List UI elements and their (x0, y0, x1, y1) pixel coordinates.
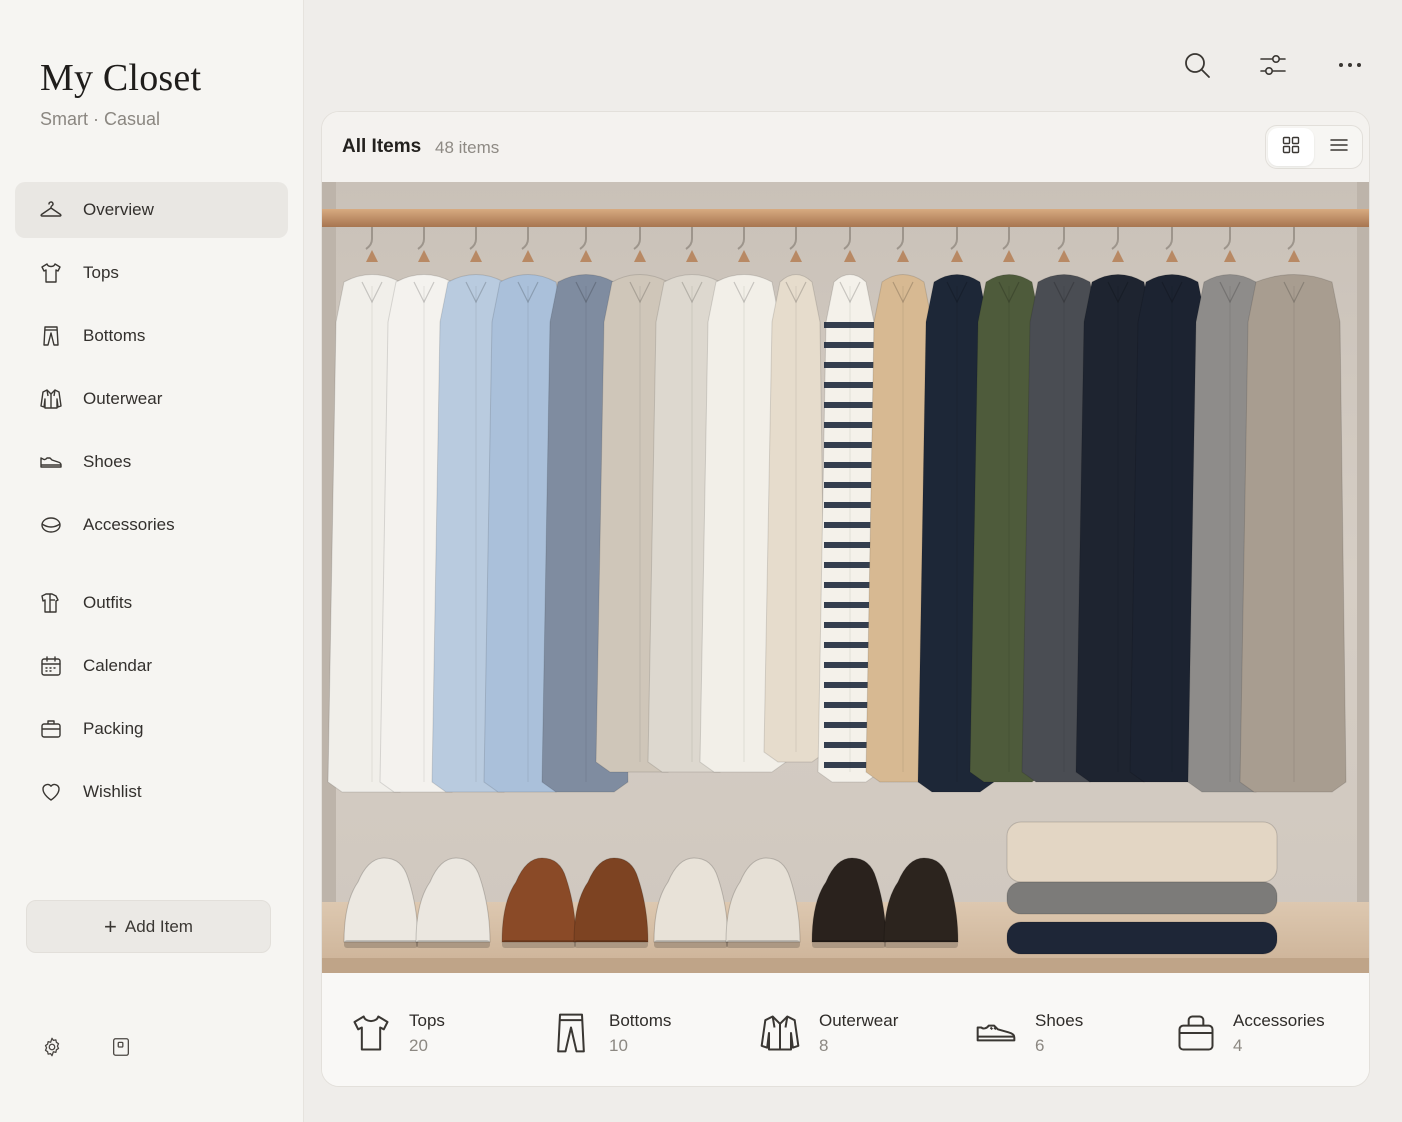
stat-bottoms[interactable]: Bottoms 10 (549, 973, 729, 1086)
shoe-icon (39, 450, 63, 474)
sidebar-item-label: Outerwear (83, 389, 163, 408)
calendar-icon (39, 654, 63, 678)
stat-value: 8 (819, 1036, 829, 1055)
sidebar-item-accessories[interactable]: Accessories (15, 497, 288, 553)
more-icon[interactable] (1335, 50, 1365, 80)
sidebar-item-overview[interactable]: Overview (15, 182, 288, 238)
suitcase-icon (39, 717, 63, 741)
outfit-icon (39, 591, 63, 615)
sidebar: My Closet Smart · Casual Overview Tops B… (0, 0, 304, 1122)
card-header: All Items 48 items (322, 112, 1369, 182)
grid-view-button[interactable] (1268, 128, 1314, 166)
stat-outerwear[interactable]: Outerwear 8 (758, 973, 938, 1086)
sidebar-item-label: Overview (83, 200, 154, 219)
tablet-icon[interactable] (110, 1036, 132, 1058)
stat-shoes[interactable]: Shoes 6 (974, 973, 1154, 1086)
gear-icon[interactable] (41, 1036, 63, 1058)
sidebar-item-label: Calendar (83, 656, 152, 675)
sidebar-item-outerwear[interactable]: Outerwear (15, 371, 288, 427)
folded-sweater (1006, 881, 1278, 915)
list-view-button[interactable] (1316, 128, 1362, 166)
stat-label: Outerwear (819, 1011, 899, 1030)
closet-card: All Items 48 items Tops 20 Bottoms 10 Ou… (321, 111, 1370, 1087)
add-item-button[interactable]: + Add Item (26, 900, 271, 953)
stat-tops[interactable]: Tops 20 (349, 973, 529, 1086)
stat-value: 4 (1233, 1036, 1243, 1055)
sidebar-item-shoes[interactable]: Shoes (15, 434, 288, 490)
stat-accessories[interactable]: Accessories 4 (1174, 973, 1364, 1086)
grid-icon (1281, 135, 1301, 160)
search-icon[interactable] (1182, 50, 1212, 80)
sidebar-item-label: Tops (83, 263, 119, 282)
app-subtitle: Smart · Casual (40, 109, 161, 129)
sidebar-item-label: Outfits (83, 593, 133, 612)
jacket-icon (39, 387, 63, 411)
stat-value: 6 (1035, 1036, 1045, 1055)
folded-sweater (1006, 821, 1278, 883)
hanger-icon (39, 198, 63, 222)
pants-icon (549, 1011, 593, 1055)
sidebar-item-outfits[interactable]: Outfits (15, 575, 288, 631)
app-title: My Closet (40, 57, 202, 99)
sidebar-item-label: Shoes (83, 452, 132, 471)
sidebar-item-calendar[interactable]: Calendar (15, 638, 288, 694)
heart-icon (39, 780, 63, 804)
pants-icon (39, 324, 63, 348)
tshirt-icon (39, 261, 63, 285)
closet-photo (322, 182, 1369, 973)
shoe-icon (974, 1011, 1018, 1055)
folded-sweater (1006, 921, 1278, 955)
category-stats: Tops 20 Bottoms 10 Outerwear 8 Shoes 6 A… (322, 973, 1369, 1086)
sidebar-item-label: Bottoms (83, 326, 146, 345)
item-count: 48 items (435, 138, 500, 157)
bag-icon (1174, 1011, 1218, 1055)
jacket-icon (758, 1011, 802, 1055)
list-icon (1329, 135, 1349, 160)
add-item-label: Add Item (124, 916, 193, 936)
section-title: All Items (342, 136, 422, 157)
sidebar-item-label: Wishlist (83, 782, 142, 801)
sidebar-item-label: Accessories (83, 515, 175, 534)
stat-label: Bottoms (609, 1011, 672, 1030)
stat-value: 20 (409, 1036, 428, 1055)
stat-label: Shoes (1035, 1011, 1084, 1030)
view-toggle (1265, 125, 1363, 169)
hanging-garment (1239, 227, 1347, 793)
plus-icon: + (104, 913, 117, 939)
sidebar-item-bottoms[interactable]: Bottoms (15, 308, 288, 364)
stat-label: Tops (409, 1011, 445, 1030)
stat-label: Accessories (1233, 1011, 1325, 1030)
sidebar-item-tops[interactable]: Tops (15, 245, 288, 301)
stat-value: 10 (609, 1036, 628, 1055)
filter-sliders-icon[interactable] (1258, 50, 1288, 80)
sidebar-item-label: Packing (83, 719, 144, 738)
accessory-icon (39, 513, 63, 537)
sidebar-item-packing[interactable]: Packing (15, 701, 288, 757)
tshirt-icon (349, 1011, 393, 1055)
sidebar-item-wishlist[interactable]: Wishlist (15, 764, 288, 820)
